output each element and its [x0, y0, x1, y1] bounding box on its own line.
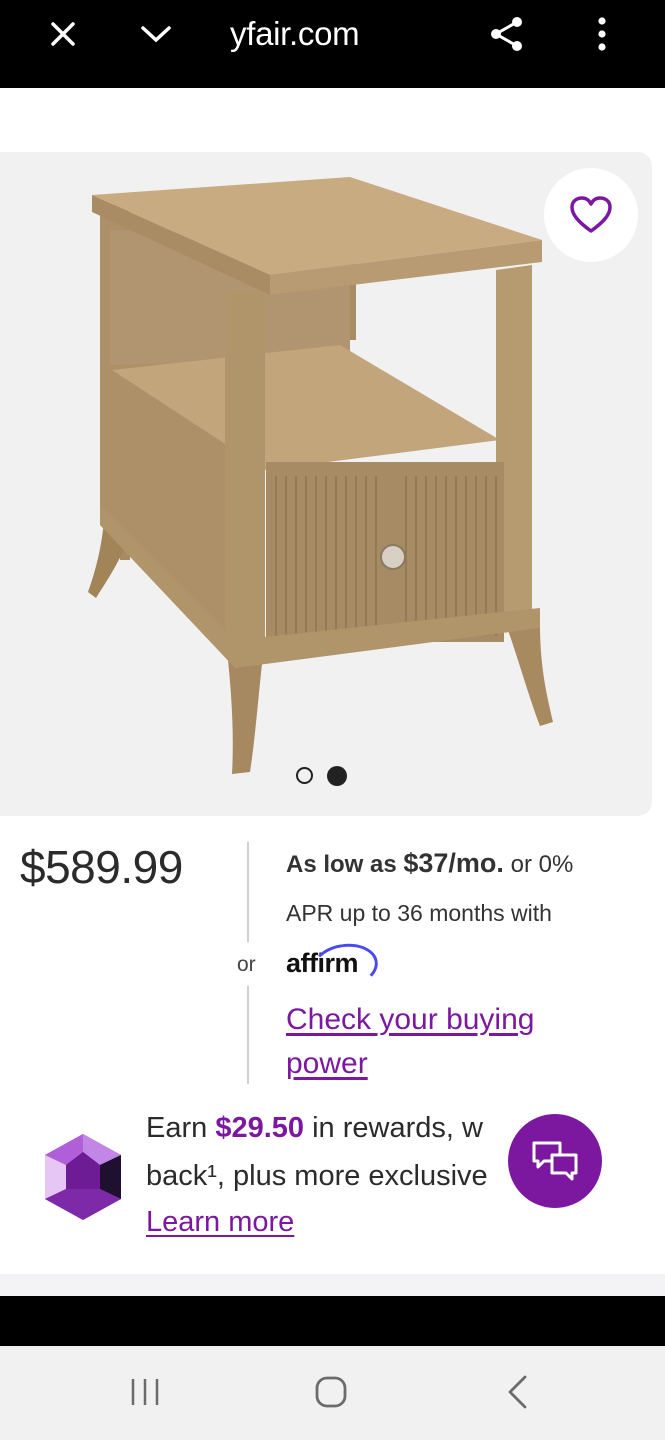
check-buying-power-link[interactable]: Check your buying power: [286, 998, 586, 1086]
close-icon[interactable]: [43, 14, 83, 54]
learn-more-link[interactable]: Learn more: [146, 1206, 294, 1239]
product-price: $589.99: [20, 841, 183, 893]
home-icon[interactable]: [306, 1368, 356, 1416]
financing-line-1: As low as $37/mo. or 0%: [286, 848, 574, 878]
divider: [247, 842, 249, 942]
rewards-gem-icon: [45, 1134, 121, 1220]
rewards-text-line-2: back¹, plus more exclusive: [146, 1160, 488, 1192]
chat-icon: [532, 1141, 578, 1181]
heart-icon: [570, 196, 612, 233]
section-separator: [0, 1274, 665, 1296]
image-dot-2[interactable]: [327, 766, 347, 786]
chevron-down-icon[interactable]: [136, 14, 176, 54]
back-icon[interactable]: [492, 1368, 542, 1416]
share-icon[interactable]: [487, 14, 527, 54]
favorite-button[interactable]: [544, 168, 638, 262]
chat-button[interactable]: [508, 1114, 602, 1208]
image-dot-1[interactable]: [296, 767, 313, 784]
divider: [247, 986, 249, 1084]
bottom-bar: [0, 1296, 665, 1346]
browser-toolbar: yfair.com: [0, 0, 665, 88]
end-table-image: [88, 177, 553, 774]
image-pagination: [296, 766, 347, 786]
more-vert-icon[interactable]: [582, 14, 622, 54]
financing-line-2: APR up to 36 months with: [286, 900, 552, 926]
or-label: or: [237, 953, 256, 976]
recent-apps-icon[interactable]: [120, 1368, 170, 1416]
url-bar[interactable]: yfair.com: [230, 14, 360, 54]
product-image[interactable]: [0, 152, 652, 816]
